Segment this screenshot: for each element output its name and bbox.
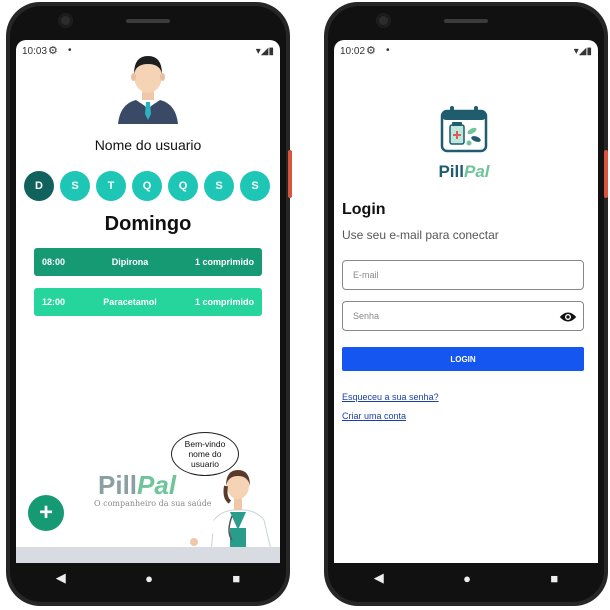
selected-day-title: Domingo xyxy=(104,213,192,235)
medication-time: 08:00 xyxy=(42,257,66,267)
day-button-sunday[interactable]: D xyxy=(24,171,54,201)
login-button[interactable]: LOGIN xyxy=(342,347,584,371)
status-time: 10:03 xyxy=(22,46,48,57)
day-button-wednesday[interactable]: Q xyxy=(132,171,162,201)
email-input[interactable] xyxy=(353,261,553,289)
login-screen: 10:02 ⚙ • ▾◢▮ PillPal Login Use seu e-ma… xyxy=(334,40,598,563)
speaker-grille xyxy=(444,19,488,23)
medication-dose: 1 comprimido xyxy=(194,257,254,267)
login-subtitle: Use seu e-mail para conectar xyxy=(342,228,499,242)
front-camera xyxy=(58,13,73,28)
status-bar: 10:02 ⚙ • ▾◢▮ xyxy=(334,40,598,62)
user-avatar xyxy=(118,56,178,124)
notification-dot-icon: • xyxy=(386,45,390,56)
username-label: Nome do usuario xyxy=(94,137,202,153)
medication-time: 12:00 xyxy=(42,297,66,307)
home-icon[interactable]: ● xyxy=(145,571,153,586)
create-account-link[interactable]: Criar uma conta xyxy=(342,411,406,421)
status-time: 10:02 xyxy=(340,46,366,57)
recent-apps-icon[interactable]: ■ xyxy=(232,571,240,586)
calendar-pill-icon xyxy=(440,106,488,153)
front-camera xyxy=(376,13,391,28)
medication-name: Dipirona xyxy=(111,257,149,267)
email-field[interactable] xyxy=(342,260,584,290)
medication-dose: 1 comprimido xyxy=(194,297,254,307)
settings-gear-icon: ⚙ xyxy=(48,45,58,57)
pillpal-logo: PillPal xyxy=(432,105,496,182)
system-navbar: ◀ ● ■ xyxy=(334,563,598,593)
home-screen: 10:03 ⚙ • ▾◢▮ Nome do usuario D S T Q Q … xyxy=(16,40,280,563)
medication-card[interactable]: 08:00 Dipirona 1 comprimido xyxy=(34,248,262,276)
power-button xyxy=(288,150,292,198)
medication-name: Paracetamol xyxy=(103,297,157,307)
day-button-tuesday[interactable]: T xyxy=(96,171,126,201)
login-title: Login xyxy=(342,201,386,218)
home-icon[interactable]: ● xyxy=(463,571,471,586)
password-field[interactable] xyxy=(342,301,584,331)
show-password-eye-icon[interactable] xyxy=(559,309,577,325)
day-button-saturday[interactable]: S xyxy=(240,171,270,201)
signal-battery-icon: ▾◢▮ xyxy=(255,46,274,57)
right-phone: 10:02 ⚙ • ▾◢▮ PillPal Login Use seu e-ma… xyxy=(324,2,608,606)
password-input[interactable] xyxy=(353,302,553,330)
back-icon[interactable]: ◀ xyxy=(374,570,384,586)
left-phone: 10:03 ⚙ • ▾◢▮ Nome do usuario D S T Q Q … xyxy=(6,2,292,606)
add-medication-button[interactable]: + xyxy=(28,495,64,531)
medication-card[interactable]: 12:00 Paracetamol 1 comprimido xyxy=(34,288,262,316)
signal-battery-icon: ▾◢▮ xyxy=(573,46,592,57)
weekday-selector: D S T Q Q S S xyxy=(24,171,270,201)
forgot-password-link[interactable]: Esqueceu a sua senha? xyxy=(342,392,439,402)
power-button xyxy=(604,150,608,198)
day-button-friday[interactable]: S xyxy=(204,171,234,201)
settings-gear-icon: ⚙ xyxy=(366,45,376,57)
back-icon[interactable]: ◀ xyxy=(56,570,66,586)
recent-apps-icon[interactable]: ■ xyxy=(550,571,558,586)
day-button-monday[interactable]: S xyxy=(60,171,90,201)
speaker-grille xyxy=(126,19,170,23)
system-navbar: ◀ ● ■ xyxy=(16,563,280,593)
day-button-thursday[interactable]: Q xyxy=(168,171,198,201)
notification-dot-icon: • xyxy=(68,45,72,56)
bottom-band xyxy=(16,547,280,563)
